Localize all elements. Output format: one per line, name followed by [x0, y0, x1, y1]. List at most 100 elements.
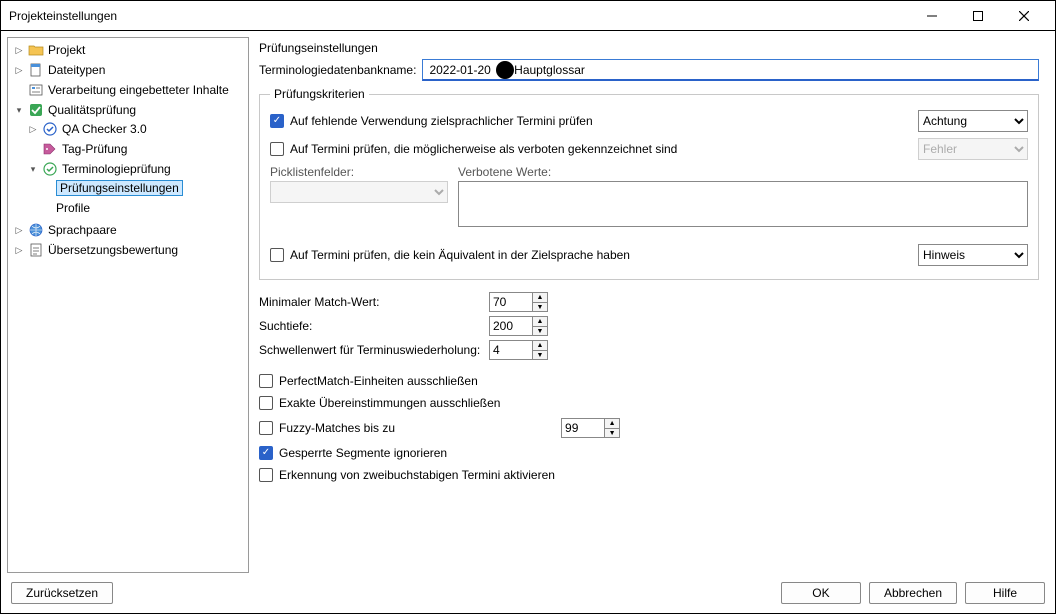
criteria-1-level-select[interactable]: Achtung: [918, 110, 1028, 132]
opt-twoletter-label: Erkennung von zweibuchstabigen Termini a…: [279, 468, 555, 482]
opt-twoletter-checkbox[interactable]: [259, 468, 273, 482]
tree-label: Terminologieprüfung: [62, 162, 171, 176]
term-icon: [42, 161, 58, 177]
qa-icon: [42, 121, 58, 137]
tree-item-qualitaet[interactable]: ▾ Qualitätsprüfung: [12, 101, 248, 119]
spinner-down[interactable]: ▼: [533, 326, 547, 335]
tree-label: Sprachpaare: [48, 223, 117, 237]
search-depth-input[interactable]: [489, 316, 533, 336]
opt-locked-row: Gesperrte Segmente ignorieren: [259, 442, 1039, 464]
threshold-row: Schwellenwert für Terminuswiederholung: …: [259, 338, 1039, 362]
opt-locked-checkbox[interactable]: [259, 446, 273, 460]
spinner-buttons: ▲ ▼: [533, 340, 548, 360]
min-match-label: Minimaler Match-Wert:: [259, 295, 481, 309]
spinner-up[interactable]: ▲: [533, 317, 547, 326]
criteria-legend: Prüfungskriterien: [270, 87, 369, 101]
window: Projekteinstellungen ▷: [0, 0, 1056, 614]
criteria-3-label-wrap: Auf Termini prüfen, die kein Äquivalent …: [270, 248, 908, 262]
ok-button[interactable]: OK: [781, 582, 861, 604]
spinner-down[interactable]: ▼: [533, 302, 547, 311]
window-title: Projekteinstellungen: [9, 9, 909, 23]
tree-item-qa-checker[interactable]: ▷ QA Checker 3.0: [26, 120, 248, 138]
tree-label: Tag-Prüfung: [62, 142, 127, 156]
criteria-fieldset: Prüfungskriterien Auf fehlende Verwendun…: [259, 87, 1039, 280]
reset-button[interactable]: Zurücksetzen: [11, 582, 113, 604]
tree-item-terminologie[interactable]: ▾ Terminologieprüfung: [26, 160, 248, 178]
window-controls: [909, 1, 1047, 31]
opt-exact-row: Exakte Übereinstimmungen ausschließen: [259, 392, 1039, 414]
picklist-col: Picklistenfelder:: [270, 165, 448, 227]
spinner-down[interactable]: ▼: [605, 428, 619, 437]
body: ▷ Projekt ▷: [1, 31, 1055, 613]
opt-exact-label: Exakte Übereinstimmungen ausschließen: [279, 396, 500, 410]
forbidden-col: Verbotene Werte:: [458, 165, 1028, 227]
criteria-2-checkbox[interactable]: [270, 142, 284, 156]
minimize-button[interactable]: [909, 1, 955, 31]
min-match-input[interactable]: [489, 292, 533, 312]
criteria-3-level-select[interactable]: Hinweis: [918, 244, 1028, 266]
min-match-row: Minimaler Match-Wert: ▲ ▼: [259, 290, 1039, 314]
opt-perfectmatch-checkbox[interactable]: [259, 374, 273, 388]
opt-exact-checkbox[interactable]: [259, 396, 273, 410]
tree-pane: ▷ Projekt ▷: [7, 37, 249, 573]
spinner-up[interactable]: ▲: [605, 419, 619, 428]
db-name-input[interactable]: [422, 59, 1039, 81]
opt-perfectmatch-row: PerfectMatch-Einheiten ausschließen: [259, 370, 1039, 392]
file-icon: [28, 62, 44, 78]
tree-item-tag-pruefung[interactable]: Tag-Prüfung: [26, 140, 248, 158]
tree-label: Übersetzungsbewertung: [48, 243, 178, 257]
spinner-down[interactable]: ▼: [533, 350, 547, 359]
tree-label-selected: Prüfungseinstellungen: [56, 180, 183, 196]
criteria-2-level-select: Fehler: [918, 138, 1028, 160]
collapse-icon: ▷: [14, 245, 24, 255]
criteria-2-label: Auf Termini prüfen, die möglicherweise a…: [290, 142, 677, 156]
collapse-icon: ▷: [14, 65, 24, 75]
content-pane: Prüfungseinstellungen Terminologiedatenb…: [249, 37, 1049, 573]
help-button[interactable]: Hilfe: [965, 582, 1045, 604]
threshold-spinner: ▲ ▼: [489, 340, 548, 360]
criteria-3-checkbox[interactable]: [270, 248, 284, 262]
tag-icon: [42, 141, 58, 157]
db-name-label: Terminologiedatenbankname:: [259, 63, 416, 77]
criteria-1-checkbox[interactable]: [270, 114, 284, 128]
opt-locked-label: Gesperrte Segmente ignorieren: [279, 446, 447, 460]
opt-fuzzy-label: Fuzzy-Matches bis zu: [279, 421, 395, 435]
spinner-up[interactable]: ▲: [533, 341, 547, 350]
tree-item-uebersetzung[interactable]: ▷ Übersetzungsbewertung: [12, 241, 248, 259]
db-input-wrap: [422, 59, 1039, 81]
threshold-input[interactable]: [489, 340, 533, 360]
tree-item-profile[interactable]: Profile: [40, 199, 248, 217]
tree-item-dateitypen[interactable]: ▷ Dateitypen: [12, 61, 248, 79]
close-button[interactable]: [1001, 1, 1047, 31]
check-icon: [28, 102, 44, 118]
collapse-icon: ▷: [28, 124, 38, 134]
spinner-up[interactable]: ▲: [533, 293, 547, 302]
minimize-icon: [927, 11, 937, 21]
search-depth-label: Suchtiefe:: [259, 319, 481, 333]
spinner-buttons: ▲ ▼: [533, 316, 548, 336]
maximize-button[interactable]: [955, 1, 1001, 31]
spacer: [42, 183, 52, 193]
tree-label: Verarbeitung eingebetteter Inhalte: [48, 83, 229, 97]
tree-item-projekt[interactable]: ▷ Projekt: [12, 41, 248, 59]
picklist-select: [270, 181, 448, 203]
db-name-row: Terminologiedatenbankname:: [259, 57, 1039, 87]
expand-icon: ▾: [14, 105, 24, 115]
titlebar: Projekteinstellungen: [1, 1, 1055, 31]
search-depth-row: Suchtiefe: ▲ ▼: [259, 314, 1039, 338]
criteria-1-label-wrap: Auf fehlende Verwendung zielsprachlicher…: [270, 114, 908, 128]
folder-icon: [28, 42, 44, 58]
criteria-row-3: Auf Termini prüfen, die kein Äquivalent …: [270, 241, 1028, 269]
maximize-icon: [973, 11, 983, 21]
opt-fuzzy-checkbox[interactable]: [259, 421, 273, 435]
cancel-button[interactable]: Abbrechen: [869, 582, 957, 604]
close-icon: [1019, 11, 1029, 21]
fuzzy-input[interactable]: [561, 418, 605, 438]
spacer: [42, 203, 52, 213]
tree-item-verarbeitung[interactable]: Verarbeitung eingebetteter Inhalte: [12, 81, 248, 99]
spacer: [28, 144, 38, 154]
opt-perfectmatch-label: PerfectMatch-Einheiten ausschließen: [279, 374, 478, 388]
tree-item-pruefeinst[interactable]: Prüfungseinstellungen: [40, 179, 248, 197]
tree-item-sprachpaare[interactable]: ▷ Sprachpaare: [12, 221, 248, 239]
expand-icon: ▾: [28, 164, 38, 174]
